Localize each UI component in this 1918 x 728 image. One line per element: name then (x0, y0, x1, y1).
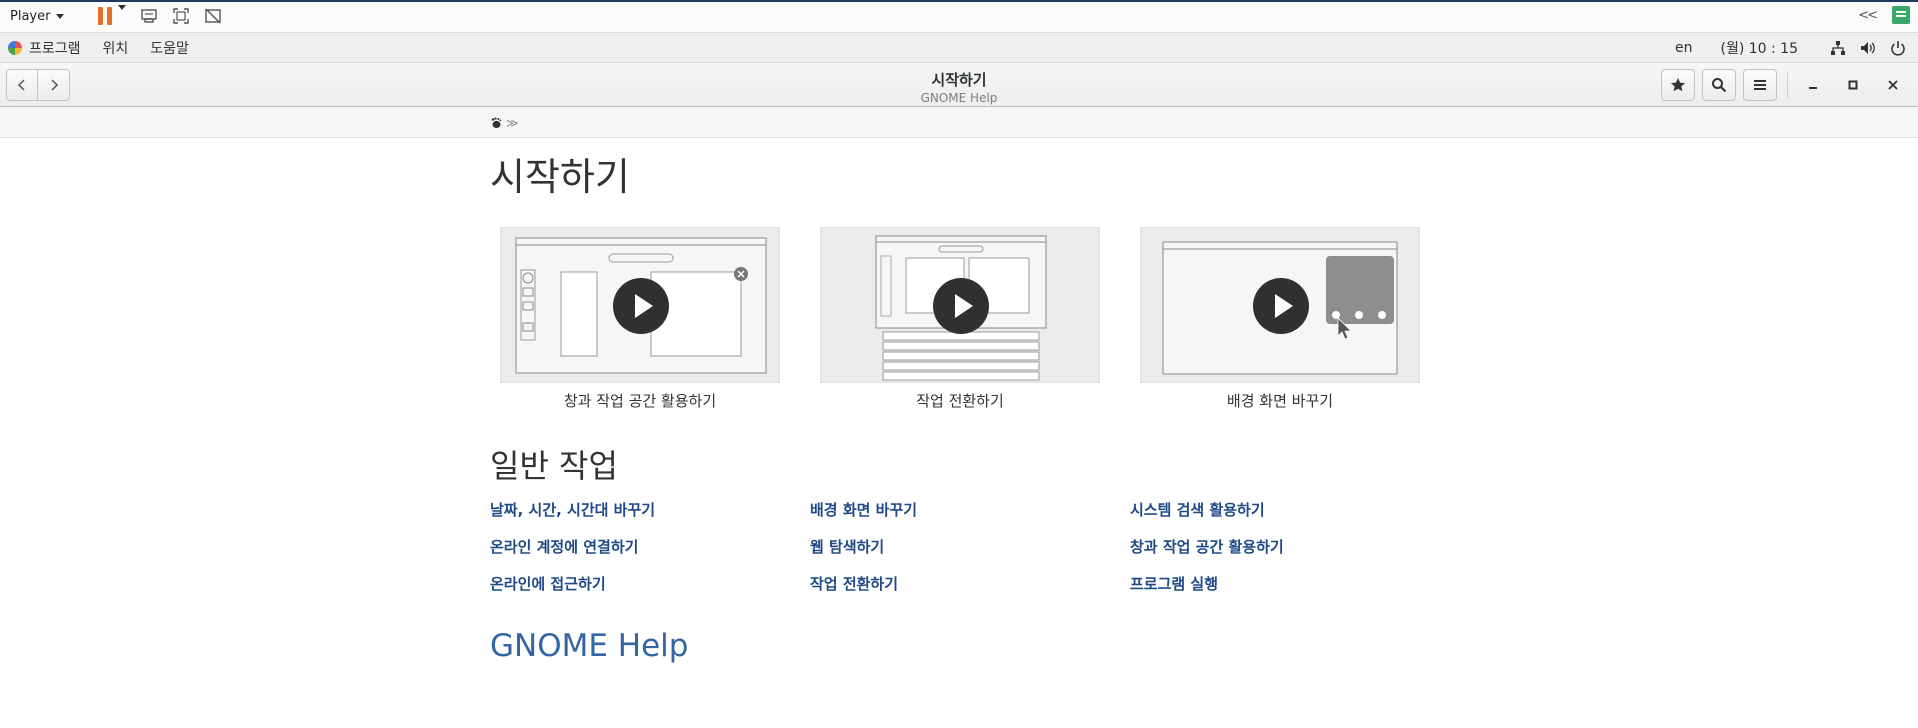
chevron-left-icon (17, 79, 25, 91)
back-button[interactable] (6, 69, 38, 101)
maximize-icon (1848, 80, 1858, 90)
link-date-time[interactable]: 날짜, 시간, 시간대 바꾸기 (490, 499, 810, 522)
notes-icon[interactable] (1892, 6, 1910, 24)
video-thumbnail (820, 227, 1100, 383)
send-keys-icon[interactable] (140, 7, 158, 25)
menu-button[interactable] (1743, 69, 1777, 101)
video-card-change-background[interactable]: 배경 화면 바꾸기 (1140, 227, 1420, 411)
keyboard-language-indicator[interactable]: en (1675, 40, 1693, 56)
chevron-down-icon (56, 13, 65, 19)
forward-button[interactable] (38, 69, 70, 101)
video-card-switch-tasks[interactable]: 작업 전환하기 (820, 227, 1100, 411)
chevron-right-icon (50, 79, 58, 91)
window-subtitle: GNOME Help (920, 91, 998, 105)
video-thumbnail (1140, 227, 1420, 383)
close-button[interactable] (1878, 69, 1908, 101)
section-title: 일반 작업 (490, 447, 618, 485)
player-toolbar: Player << (0, 0, 1918, 33)
unity-icon[interactable] (204, 7, 222, 25)
collapse-icon[interactable]: << (1858, 8, 1878, 23)
power-icon[interactable] (1890, 40, 1906, 56)
bookmark-button[interactable] (1661, 69, 1695, 101)
video-card-windows-workspaces[interactable]: 창과 작업 공간 활용하기 (500, 227, 780, 411)
hamburger-icon (1754, 80, 1766, 90)
video-label: 창과 작업 공간 활용하기 (563, 392, 717, 410)
common-tasks-links: 날짜, 시간, 시간대 바꾸기 배경 화면 바꾸기 시스템 검색 활용하기 온라… (490, 499, 1430, 596)
minimize-button[interactable] (1798, 69, 1828, 101)
applications-logo-icon (8, 40, 22, 55)
link-system-search[interactable]: 시스템 검색 활용하기 (1130, 499, 1430, 522)
applications-menu[interactable]: 프로그램 (8, 38, 81, 58)
video-thumbnail (500, 227, 780, 383)
link-web-browsing[interactable]: 웹 탐색하기 (810, 536, 1130, 559)
help-page-content: 시작하기 창과 작업 공간 활용하기 작업 전환하기 배경 화면 바꾸기 일반 … (490, 138, 1430, 664)
gnome-top-bar: 프로그램 위치 도움말 en (월) 10 : 15 (0, 33, 1918, 63)
search-button[interactable] (1702, 69, 1736, 101)
player-menu-label: Player (10, 8, 51, 24)
breadcrumb-separator: ≫ (506, 116, 519, 130)
play-icon[interactable] (1253, 278, 1309, 334)
chevron-down-icon[interactable] (118, 5, 127, 27)
pause-icon[interactable] (98, 7, 113, 25)
play-icon[interactable] (613, 278, 669, 334)
search-icon (1712, 78, 1727, 93)
volume-icon[interactable] (1860, 40, 1876, 56)
star-icon (1670, 78, 1686, 92)
clock[interactable]: (월) 10 : 15 (1720, 38, 1798, 58)
link-background[interactable]: 배경 화면 바꾸기 (810, 499, 1130, 522)
video-list: 창과 작업 공간 활용하기 작업 전환하기 배경 화면 바꾸기 (500, 227, 1430, 411)
link-windows-workspaces[interactable]: 창과 작업 공간 활용하기 (1130, 536, 1430, 559)
breadcrumb: ≫ (0, 107, 1918, 138)
applications-menu-label: 프로그램 (29, 40, 81, 57)
video-label: 작업 전환하기 (916, 392, 1004, 410)
headerbar-separator (1787, 72, 1788, 98)
minimize-icon (1809, 87, 1817, 89)
gnome-foot-icon[interactable] (490, 117, 502, 129)
gnome-help-link[interactable]: GNOME Help (490, 628, 688, 664)
help-menu[interactable]: 도움말 (150, 38, 189, 58)
window-title: 시작하기 (931, 71, 987, 89)
link-switch-tasks[interactable]: 작업 전환하기 (810, 573, 1130, 596)
help-window-headerbar: 시작하기 GNOME Help (0, 63, 1918, 107)
link-run-programs[interactable]: 프로그램 실행 (1130, 573, 1430, 596)
page-title: 시작하기 (490, 155, 630, 199)
places-menu[interactable]: 위치 (103, 38, 129, 58)
maximize-button[interactable] (1838, 69, 1868, 101)
link-online-accounts[interactable]: 온라인 계정에 연결하기 (490, 536, 810, 559)
close-icon (1888, 80, 1898, 90)
network-icon[interactable] (1830, 40, 1846, 56)
link-get-online[interactable]: 온라인에 접근하기 (490, 573, 810, 596)
play-icon[interactable] (933, 278, 989, 334)
player-menu-button[interactable]: Player (10, 8, 65, 24)
video-label: 배경 화면 바꾸기 (1226, 392, 1334, 410)
fit-window-icon[interactable] (172, 7, 190, 25)
